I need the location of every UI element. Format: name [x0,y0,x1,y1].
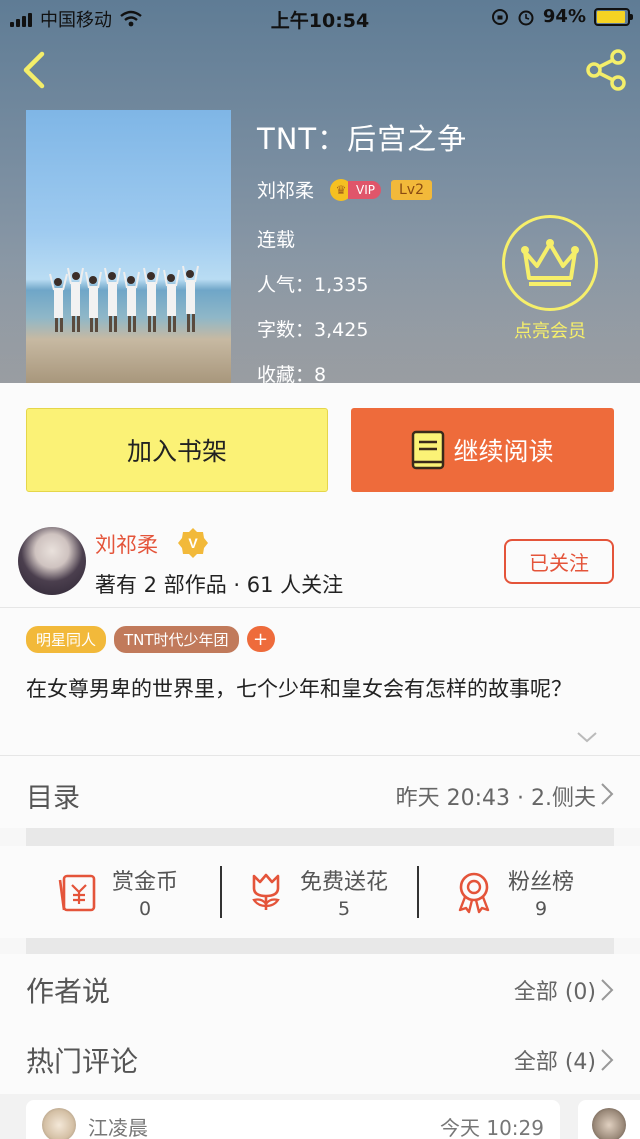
status-right: 94% [491,6,633,27]
reward-coins-text: 赏金币 0 [112,864,178,920]
send-flowers-label: 免费送花 [300,870,389,895]
tag-tnt[interactable]: TNT时代少年团 [114,626,239,653]
book-author-row: 刘祁柔 ♛ VIP Lv2 [257,176,467,203]
fan-ranking-label: 粉丝榜 [508,870,575,895]
next-comment-card[interactable] [578,1100,640,1139]
send-flowers-text: 免费送花 5 [300,864,388,920]
words-label: 字数： [257,319,315,341]
reward-coins-count: 0 [138,898,152,920]
status-bar: 中国移动 上午10:54 94% [0,0,640,36]
popularity-value: 1,335 [314,274,369,296]
add-tag-button[interactable]: + [246,626,275,652]
vip-label: VIP [348,180,381,199]
crown-icon [521,239,579,286]
follow-button[interactable]: 已关注 [504,539,614,584]
level-badge: Lv2 [391,179,432,200]
hot-comments-row[interactable]: 热门评论 全部 (4) [0,1024,640,1094]
send-flowers-count: 5 [337,898,351,920]
popularity-label: 人气： [257,274,315,296]
fan-ranking-text: 粉丝榜 9 [508,864,574,920]
alarm-icon [518,10,534,25]
book-icon [412,430,445,470]
support-actions: 赏金币 0 免费送花 5 粉丝榜 9 [0,846,640,938]
comment-card[interactable]: 江凌晨 今天 10:29 [26,1100,560,1139]
commenter-name: 江凌晨 [88,1116,148,1139]
book-description: 在女尊男卑的世界里，七个少年和皇女会有怎样的故事呢？ [26,677,572,701]
reward-coins-action[interactable]: 赏金币 0 [56,864,178,920]
back-button[interactable] [14,50,54,90]
chevron-down-icon[interactable] [576,729,598,745]
member-button[interactable]: 点亮会员 [502,215,598,343]
book-title: TNT：后宫之争 [257,122,468,156]
hot-comments-title: 热门评论 [26,1045,139,1078]
verified-badge-icon: V [178,528,208,558]
section-divider [26,938,614,954]
add-to-shelf-button[interactable]: 加入书架 [26,408,328,492]
chevron-right-icon [601,783,614,805]
favorites-stat: 收藏：8 [257,360,467,383]
section-divider [26,828,614,846]
action-separator [220,866,222,918]
fan-ranking-count: 9 [534,898,548,920]
author-meta: 著有 2 部作品 · 61 人关注 [95,573,344,597]
latest-chapter: 昨天 20:43 · 2.侧夫 [395,786,596,811]
serial-status: 连载 [257,229,296,251]
book-header: 中国移动 上午10:54 94% TNT：后宫之争 刘祁柔 ♛ VIP Lv2 … [0,0,640,383]
catalog-row[interactable]: 目录 昨天 20:43 · 2.侧夫 [0,756,640,828]
hot-comments-count: 全部 (4) [513,1050,596,1075]
action-separator [417,866,419,918]
comment-time: 今天 10:29 [440,1116,544,1139]
orientation-lock-icon [491,8,508,25]
popularity-stat: 人气：1,335 [257,270,467,297]
vip-badge: ♛ VIP [330,178,381,201]
send-flowers-action[interactable]: 免费送花 5 [244,864,388,920]
commenter-avatar [592,1108,626,1139]
action-buttons-row: 加入书架 继续阅读 [0,383,640,513]
book-info: TNT：后宫之争 刘祁柔 ♛ VIP Lv2 连载 人气：1,335 字数：3,… [257,116,467,383]
commenter-avatar[interactable] [42,1108,76,1139]
catalog-label: 目录 [26,783,80,814]
description-section: 明星同人 TNT时代少年团 + 在女尊男卑的世界里，七个少年和皇女会有怎样的故事… [0,608,640,756]
red-envelope-icon [58,874,96,912]
continue-reading-button[interactable]: 继续阅读 [351,408,614,492]
book-author[interactable]: 刘祁柔 [257,176,314,203]
words-value: 3,425 [314,319,369,341]
book-cover-image[interactable] [26,110,231,383]
author-section: 刘祁柔 V 著有 2 部作品 · 61 人关注 已关注 [0,513,640,608]
member-label: 点亮会员 [514,321,586,342]
chevron-right-icon [601,1049,614,1071]
flower-icon [252,873,280,910]
battery-percent: 94% [542,6,586,27]
author-name[interactable]: 刘祁柔 [95,529,158,559]
battery-icon [594,7,633,26]
comment-carousel: 江凌晨 今天 10:29 [0,1094,640,1139]
cover-figures [49,265,199,332]
medal-icon [458,872,490,914]
svg-text:V: V [188,535,198,551]
favorites-value: 8 [314,364,327,383]
favorites-label: 收藏： [257,364,315,383]
author-says-count: 全部 (0) [513,980,596,1005]
share-button[interactable] [584,48,628,92]
chevron-right-icon [601,979,614,1001]
battery-fill [597,10,626,23]
tag-celebrity-fanfic[interactable]: 明星同人 [26,626,107,653]
chevron-left-icon [23,51,45,89]
fan-ranking-action[interactable]: 粉丝榜 9 [452,864,574,920]
word-count-stat: 字数：3,425 [257,315,467,342]
share-icon [586,49,626,91]
member-crown-circle [502,215,598,311]
author-says-row[interactable]: 作者说 全部 (0) [0,954,640,1024]
reward-coins-label: 赏金币 [112,870,179,895]
author-says-title: 作者说 [26,975,111,1008]
tag-list: 明星同人 TNT时代少年团 + [26,626,275,653]
author-avatar[interactable] [18,527,86,595]
continue-reading-label: 继续阅读 [453,437,554,466]
